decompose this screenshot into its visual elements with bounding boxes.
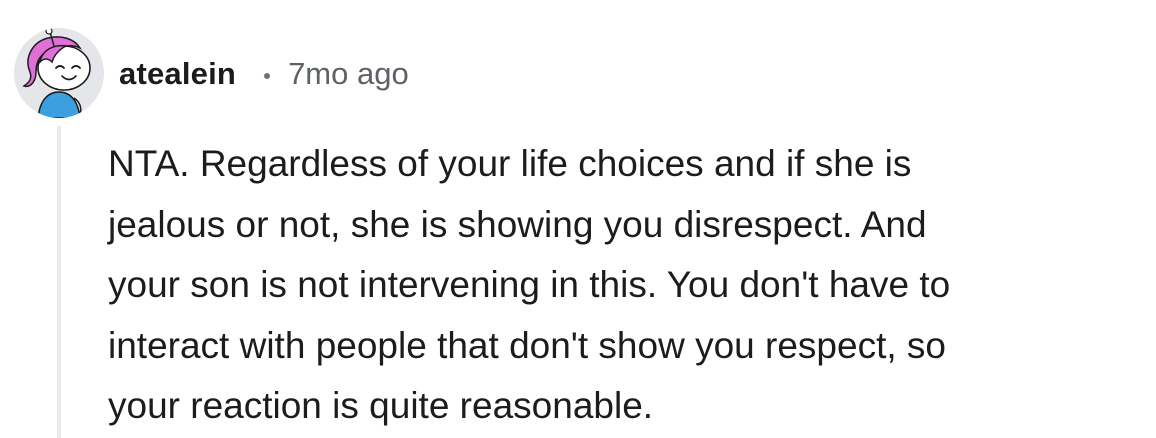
comment-body-line: NTA. Regardless of your life choices and… <box>108 143 912 184</box>
snoo-avatar-icon <box>22 28 91 118</box>
thread-line[interactable] <box>57 126 61 438</box>
comment-body-line: interact with people that don't show you… <box>108 324 946 366</box>
comment-body-line: your reaction is quite reasonable. <box>108 385 654 426</box>
comment-body-line: your son is not intervening in this. You… <box>108 264 951 305</box>
comment-header: atealein 7mo ago <box>119 52 409 96</box>
comment: atealein 7mo ago NTA. Regardless of your… <box>0 0 1156 438</box>
comment-body: NTA. Regardless of your life choices and… <box>108 134 1138 437</box>
comment-body-line: jealous or not, she is showing you disre… <box>108 203 927 245</box>
timestamp[interactable]: 7mo ago <box>288 56 409 92</box>
separator-dot <box>264 73 271 79</box>
avatar[interactable] <box>14 28 104 118</box>
username-link[interactable]: atealein <box>119 56 236 92</box>
